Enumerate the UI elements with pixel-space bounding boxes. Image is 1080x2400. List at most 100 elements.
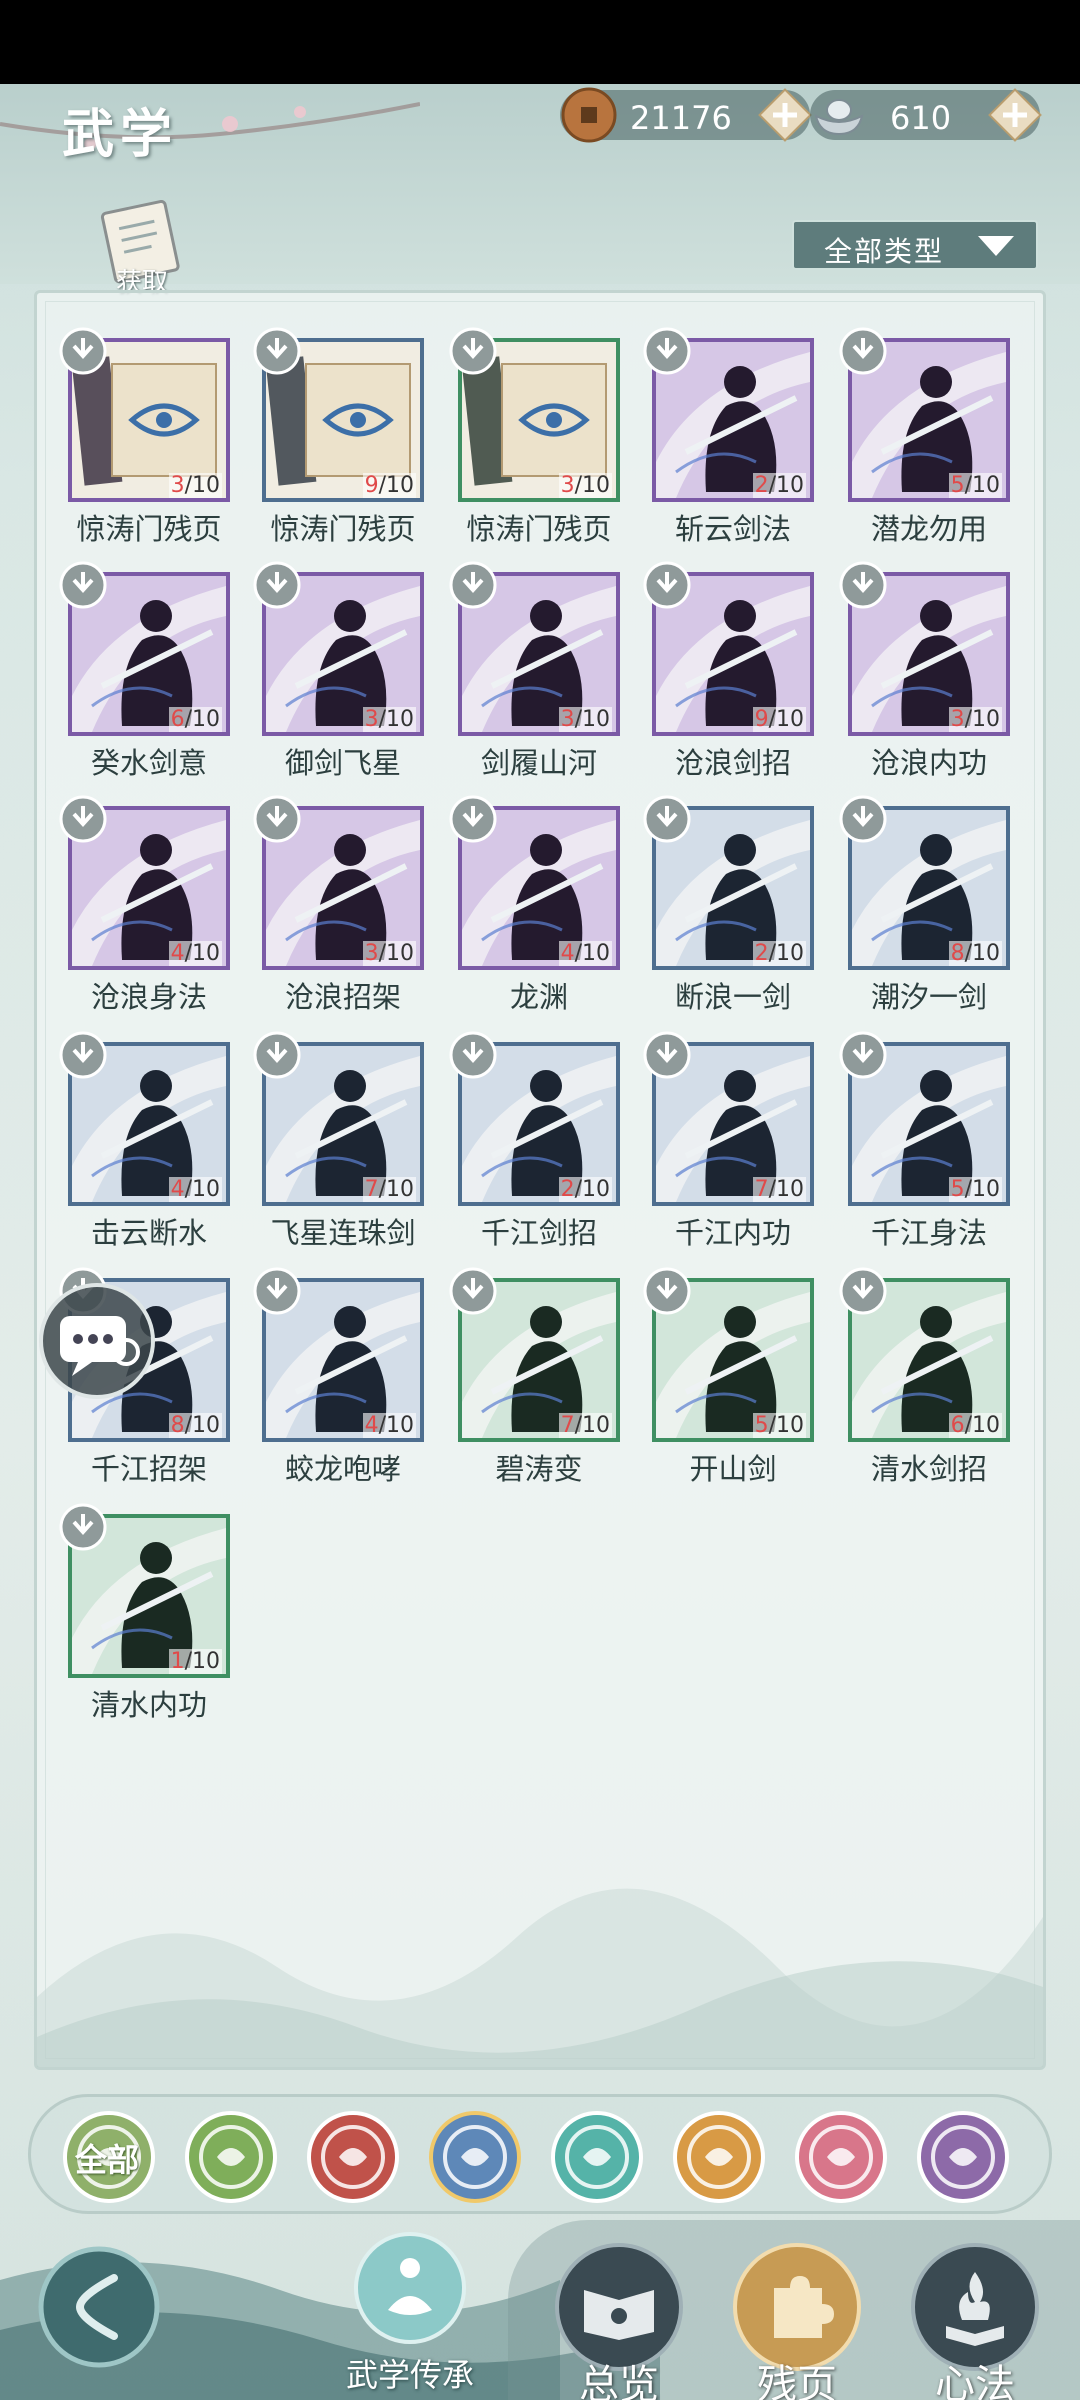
skill-card[interactable]: 4/10 沧浪身法 — [59, 795, 262, 1046]
fragment-count: 3/10 — [558, 707, 612, 732]
skill-card[interactable]: 3/10 惊涛门残页 — [59, 327, 262, 578]
arrow-down-badge-icon — [253, 561, 301, 609]
count-have: 5 — [950, 473, 965, 498]
skill-card[interactable]: 4/10 蛟龙咆哮 — [253, 1267, 456, 1518]
skill-card[interactable]: 9/10 沧浪剑招 — [643, 561, 846, 812]
count-total: /10 — [378, 941, 414, 966]
category-tab[interactable] — [305, 2109, 401, 2205]
category-tab[interactable] — [793, 2109, 889, 2205]
skill-card[interactable]: 1/10 清水内功 — [59, 1503, 262, 1754]
skill-card[interactable]: 6/10 清水剑招 — [839, 1267, 1042, 1518]
add-coins-button[interactable] — [754, 84, 816, 146]
overview-label: 总览 — [579, 2362, 659, 2400]
skill-card[interactable]: 4/10 龙渊 — [449, 795, 652, 1046]
category-tab[interactable] — [915, 2109, 1011, 2205]
skill-card[interactable]: 2/10 断浪一剑 — [643, 795, 846, 1046]
count-have: 8 — [950, 941, 965, 966]
count-have: 9 — [754, 707, 769, 732]
category-tab[interactable] — [549, 2109, 645, 2205]
silver-ingot-icon — [814, 99, 864, 136]
fragment-count: 5/10 — [948, 473, 1002, 498]
shield-icon — [673, 2111, 765, 2203]
category-tab[interactable] — [183, 2109, 279, 2205]
card-name: 碧涛变 — [495, 1452, 583, 1486]
fragment-count: 7/10 — [362, 1177, 416, 1202]
card-name: 沧浪招架 — [284, 980, 401, 1014]
fragment-count: 2/10 — [752, 941, 806, 966]
skill-card[interactable]: 2/10 千江剑招 — [449, 1031, 652, 1282]
card-name: 击云断水 — [90, 1216, 207, 1250]
count-have: 4 — [170, 1177, 185, 1202]
arrow-down-badge-icon — [449, 1267, 497, 1315]
arrow-down-badge-icon — [839, 795, 887, 843]
card-name: 惊涛门残页 — [466, 512, 612, 546]
skill-card[interactable]: 2/10 斩云剑法 — [643, 327, 846, 578]
fragment-count: 5/10 — [752, 1413, 806, 1438]
card-name: 斩云剑法 — [674, 512, 791, 546]
skill-card[interactable]: 7/10 千江内功 — [643, 1031, 846, 1282]
category-tab[interactable] — [427, 2109, 523, 2205]
arrow-down-badge-icon — [253, 1031, 301, 1079]
skill-card[interactable]: 9/10 惊涛门残页 — [253, 327, 456, 578]
skill-card[interactable]: 7/10 飞星连珠剑 — [253, 1031, 456, 1282]
skill-card[interactable]: 5/10 开山剑 — [643, 1267, 846, 1518]
add-silver-button[interactable] — [984, 84, 1046, 146]
count-total: /10 — [184, 707, 220, 732]
card-name: 清水内功 — [90, 1688, 207, 1722]
bottom-nav-group: 总览 残页 心法 — [508, 2220, 1080, 2400]
arrow-down-badge-icon — [59, 327, 107, 375]
count-total: /10 — [574, 1413, 610, 1438]
fragment-count: 7/10 — [558, 1413, 612, 1438]
card-name: 沧浪身法 — [90, 980, 207, 1014]
fragment-count: 4/10 — [168, 941, 222, 966]
chat-bubble-icon[interactable] — [38, 1282, 156, 1400]
count-have: 2 — [754, 473, 769, 498]
category-tab-bar: 全部 — [28, 2094, 1052, 2214]
skill-card[interactable]: 6/10 癸水剑意 — [59, 561, 262, 812]
butterfly-icon — [551, 2111, 643, 2203]
category-tab[interactable]: 全部 — [61, 2109, 157, 2205]
count-have: 3 — [560, 707, 575, 732]
fragment-count: 9/10 — [752, 707, 806, 732]
fragment-count: 9/10 — [362, 473, 416, 498]
count-have: 4 — [364, 1413, 379, 1438]
fragment-count: 5/10 — [948, 1177, 1002, 1202]
mountain-decoration — [37, 1888, 1043, 2067]
arrow-down-badge-icon — [449, 327, 497, 375]
fragment-count: 2/10 — [558, 1177, 612, 1202]
card-name: 癸水剑意 — [90, 746, 207, 780]
category-tab[interactable] — [671, 2109, 767, 2205]
fragment-count: 7/10 — [752, 1177, 806, 1202]
skill-card[interactable]: 7/10 碧涛变 — [449, 1267, 652, 1518]
bottom-navigation: 武学传承 总览 残页 心法 — [0, 2220, 1080, 2400]
arrow-down-badge-icon — [449, 795, 497, 843]
count-have: 4 — [170, 941, 185, 966]
skill-card[interactable]: 4/10 击云断水 — [59, 1031, 262, 1282]
skill-card[interactable]: 3/10 沧浪招架 — [253, 795, 456, 1046]
type-filter-dropdown[interactable]: 全部类型 — [792, 220, 1038, 270]
arrow-down-badge-icon — [643, 327, 691, 375]
card-name: 潜龙勿用 — [870, 512, 987, 546]
skill-card[interactable]: 5/10 千江身法 — [839, 1031, 1042, 1282]
skill-card[interactable]: 3/10 剑履山河 — [449, 561, 652, 812]
count-total: /10 — [768, 707, 804, 732]
skill-card[interactable]: 8/10 潮汐一剑 — [839, 795, 1042, 1046]
arrow-down-badge-icon — [839, 327, 887, 375]
count-have: 3 — [950, 707, 965, 732]
card-name: 开山剑 — [689, 1452, 777, 1486]
arrow-down-badge-icon — [59, 1031, 107, 1079]
count-total: /10 — [964, 707, 1000, 732]
skill-card[interactable]: 3/10 沧浪内功 — [839, 561, 1042, 812]
skill-card[interactable]: 5/10 潜龙勿用 — [839, 327, 1042, 578]
inherit-label[interactable]: 武学传承 — [346, 2350, 474, 2396]
skill-card[interactable]: 3/10 惊涛门残页 — [449, 327, 652, 578]
count-have: 7 — [754, 1177, 769, 1202]
card-name: 千江身法 — [870, 1216, 987, 1250]
meditation-figure-icon[interactable] — [350, 2228, 470, 2348]
skill-card[interactable]: 3/10 御剑飞星 — [253, 561, 456, 812]
back-arrow-icon[interactable] — [36, 2244, 162, 2370]
fragment-count: 3/10 — [168, 473, 222, 498]
filter-label: 全部类型 — [824, 235, 945, 268]
count-have: 3 — [170, 473, 185, 498]
count-total: /10 — [184, 1649, 220, 1674]
